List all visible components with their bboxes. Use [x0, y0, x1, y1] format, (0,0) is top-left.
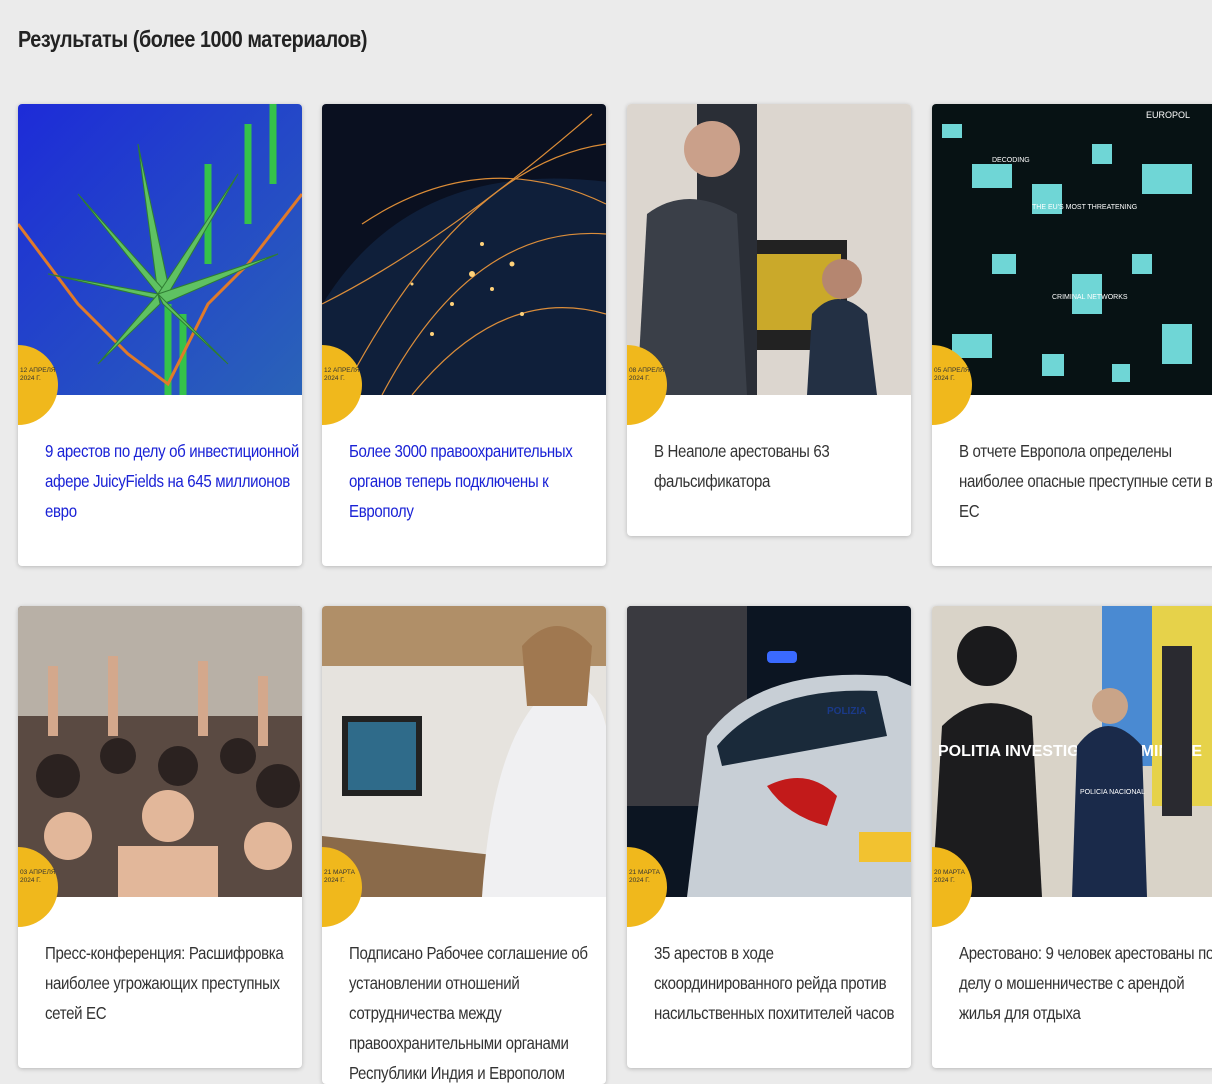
article-date: 12 апреля 2024 г. — [20, 367, 56, 382]
article-title[interactable]: В отчете Европола определены наиболее оп… — [959, 436, 1212, 526]
article-card[interactable]: EUROPOL DECODING THE EU'S MOST THREATENI… — [932, 104, 1212, 566]
article-image[interactable]: POLIZIA — [627, 606, 911, 897]
article-image[interactable]: POLITIA INVESTIGATII CRIMINALE POLICIA N… — [932, 606, 1212, 897]
svg-text:EUROPOL: EUROPOL — [1146, 110, 1190, 120]
article-title[interactable]: 35 арестов в ходе скоординированного рей… — [654, 938, 911, 1028]
article-title[interactable]: Подписано Рабочее соглашение об установл… — [349, 938, 606, 1084]
article-date: 08 апреля 2024 г. — [629, 367, 665, 382]
article-image[interactable] — [627, 104, 911, 395]
svg-text:DECODING: DECODING — [992, 157, 1030, 164]
article-title[interactable]: Пресс-конференция: Расшифровка наиболее … — [45, 938, 302, 1028]
article-title-link[interactable]: 9 арестов по делу об инвестиционной афер… — [45, 436, 302, 526]
svg-text:THE EU'S MOST THREATENING: THE EU'S MOST THREATENING — [1032, 204, 1137, 211]
article-title-link[interactable]: Более 3000 правоохранительных органов те… — [349, 436, 606, 526]
article-image[interactable] — [18, 104, 302, 395]
article-title[interactable]: В Неаполе арестованы 63 фальсификатора — [654, 436, 911, 496]
article-card[interactable]: 03 апреля 2024 г. Пресс-конференция: Рас… — [18, 606, 302, 1068]
svg-text:CRIMINAL NETWORKS: CRIMINAL NETWORKS — [1052, 294, 1128, 301]
article-card[interactable]: 21 марта 2024 г. Подписано Рабочее согла… — [322, 606, 606, 1084]
article-card[interactable]: 12 апреля 2024 г. Более 3000 правоохрани… — [322, 104, 606, 566]
article-card[interactable]: 08 апреля 2024 г. В Неаполе арестованы 6… — [627, 104, 911, 536]
article-date: 21 марта 2024 г. — [629, 869, 660, 884]
article-card[interactable]: POLIZIA 21 марта 2024 г. 35 арестов в хо… — [627, 606, 911, 1068]
article-title[interactable]: Арестовано: 9 человек арестованы по делу… — [959, 938, 1212, 1028]
article-image[interactable] — [322, 606, 606, 897]
article-image[interactable]: EUROPOL DECODING THE EU'S MOST THREATENI… — [932, 104, 1212, 395]
article-image[interactable] — [322, 104, 606, 395]
svg-text:POLICIA NACIONAL: POLICIA NACIONAL — [1080, 789, 1145, 796]
svg-text:POLIZIA: POLIZIA — [827, 706, 866, 717]
article-card[interactable]: 12 апреля 2024 г. 9 арестов по делу об и… — [18, 104, 302, 566]
article-date: 05 апреля 2024 г. — [934, 367, 970, 382]
article-date: 12 апреля 2024 г. — [324, 367, 360, 382]
article-date: 21 марта 2024 г. — [324, 869, 355, 884]
article-image[interactable] — [18, 606, 302, 897]
article-date: 20 марта 2024 г. — [934, 869, 965, 884]
article-card[interactable]: POLITIA INVESTIGATII CRIMINALE POLICIA N… — [932, 606, 1212, 1068]
article-date: 03 апреля 2024 г. — [20, 869, 56, 884]
results-heading: Результаты (более 1000 материалов) — [18, 26, 368, 52]
